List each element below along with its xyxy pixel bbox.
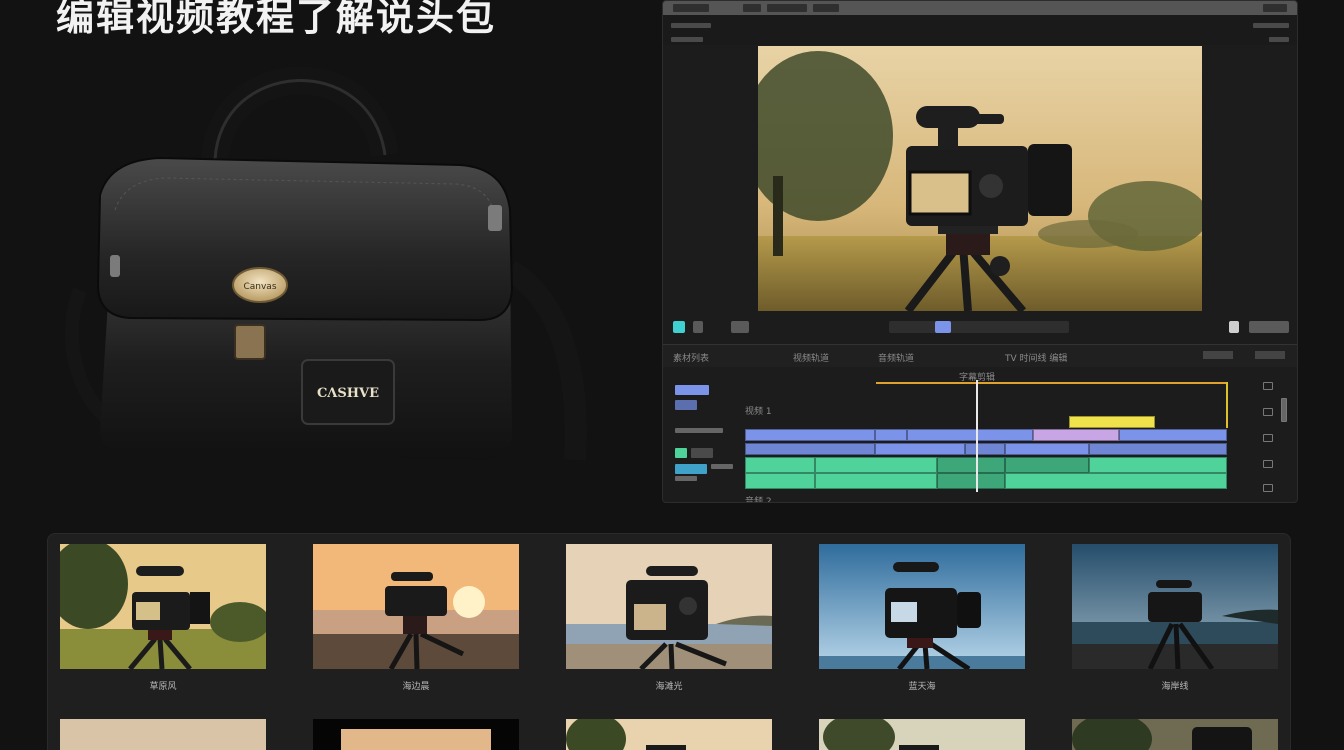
export-icon[interactable] — [1263, 484, 1273, 492]
loop-icon[interactable] — [693, 321, 703, 333]
thumbnail-label: 海滩光 — [655, 682, 683, 692]
tab-media[interactable]: 素材列表 — [673, 351, 709, 364]
scrub-handle[interactable] — [935, 321, 951, 333]
play-icon[interactable] — [673, 321, 685, 333]
effect-clip[interactable] — [1033, 429, 1119, 441]
video-clip[interactable] — [875, 443, 965, 455]
audio-clip[interactable] — [1005, 457, 1089, 473]
editor-toolbar — [663, 15, 1297, 45]
layout-icon[interactable] — [1203, 351, 1233, 359]
template-gallery: 草原风 海边晨 海滩光 蓝天海 海岸线 — [47, 533, 1291, 750]
thumbnail-beach-soft[interactable] — [566, 544, 772, 669]
timeline[interactable]: 视频 1 音频 2 字幕剪辑 — [663, 368, 1297, 503]
menu-icon[interactable] — [1255, 351, 1285, 359]
thumbnail-meadow[interactable] — [60, 544, 266, 669]
thumbnail-row2[interactable] — [1072, 719, 1278, 750]
title-clip[interactable] — [1069, 416, 1155, 428]
tab-timeline[interactable]: TV 时间线 编辑 — [1005, 351, 1067, 364]
editor-title-bar — [663, 1, 1297, 15]
cut-icon[interactable] — [1263, 382, 1273, 390]
thumbnail-dusk-coast[interactable] — [1072, 544, 1278, 669]
video-preview[interactable] — [758, 46, 1202, 311]
fullscreen-icon[interactable] — [1229, 321, 1239, 333]
thumbnail-label: 海边晨 — [402, 682, 430, 692]
playhead[interactable] — [976, 380, 978, 492]
copy-icon[interactable] — [1263, 434, 1273, 442]
audio-clip[interactable] — [815, 457, 937, 473]
thumbnail-row2[interactable] — [60, 719, 266, 750]
video-clip[interactable] — [907, 429, 1033, 441]
thumbnail-label: 海岸线 — [1161, 682, 1189, 692]
tab-audio-track[interactable]: 音频轨道 — [878, 351, 914, 364]
track-label-audio: 音频 2 — [745, 497, 772, 503]
thumbnail-blue-sky[interactable] — [819, 544, 1025, 669]
audio-clip[interactable] — [1005, 473, 1227, 489]
video-clip[interactable] — [1119, 429, 1227, 441]
tab-video-track[interactable]: 视频轨道 — [793, 351, 829, 364]
scrub-bar[interactable] — [889, 321, 1069, 333]
video-editor-window: 素材列表 视频轨道 音频轨道 TV 时间线 编辑 视频 1 音频 2 字幕剪辑 — [662, 0, 1298, 503]
video-clip[interactable] — [965, 443, 1005, 455]
timeline-header: 素材列表 视频轨道 音频轨道 TV 时间线 编辑 — [663, 345, 1297, 367]
thumbnail-label: 蓝天海 — [908, 682, 936, 692]
camera-bag-image: Cаnvаs CΛSНVE — [40, 40, 630, 500]
thumbnail-label: 草原风 — [149, 682, 177, 692]
audio-clip[interactable] — [745, 457, 815, 473]
audio-clip[interactable] — [937, 457, 1005, 473]
video-clip[interactable] — [875, 429, 907, 441]
volume-icon[interactable] — [731, 321, 749, 333]
video-clip[interactable] — [1089, 443, 1227, 455]
out-point-marker[interactable] — [1226, 382, 1228, 428]
bag-badge-text: Cаnvаs — [243, 282, 276, 292]
audio-clip[interactable] — [815, 473, 937, 489]
timeline-ruler[interactable] — [876, 382, 1228, 384]
split-icon[interactable] — [1263, 408, 1273, 416]
thumbnail-row2[interactable] — [819, 719, 1025, 750]
zoom-icon[interactable] — [1281, 398, 1287, 422]
playback-controls — [663, 313, 1297, 341]
video-clip[interactable] — [745, 443, 875, 455]
audio-clip[interactable] — [937, 473, 1005, 489]
bag-patch-text: CΛSНVE — [317, 386, 379, 401]
track-label-video: 视频 1 — [745, 407, 772, 417]
audio-clip[interactable] — [745, 473, 815, 489]
audio-clip[interactable] — [1089, 457, 1227, 473]
thumbnail-row2[interactable] — [313, 719, 519, 750]
page-headline: 编辑视频教程了解说头包 — [56, 0, 497, 39]
settings-icon[interactable] — [1249, 321, 1289, 333]
trash-icon[interactable] — [1263, 460, 1273, 468]
video-clip[interactable] — [1005, 443, 1089, 455]
thumbnail-row2[interactable] — [566, 719, 772, 750]
thumbnail-beach-sunset[interactable] — [313, 544, 519, 669]
video-clip[interactable] — [745, 429, 875, 441]
